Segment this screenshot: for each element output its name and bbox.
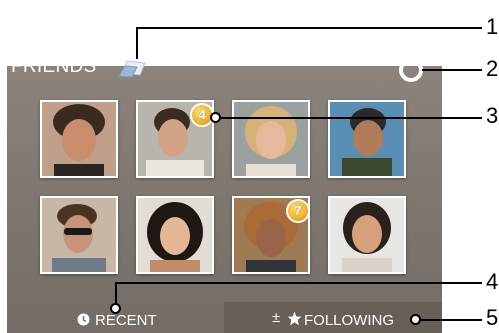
callout-number-2: 2 — [486, 56, 499, 81]
recent-label: RECENT — [95, 312, 157, 329]
callout-line-1 — [137, 27, 482, 29]
callout-number-4: 4 — [486, 269, 499, 294]
callout-line-5 — [416, 319, 482, 321]
plus-minus-icon: ± — [272, 309, 281, 326]
star-icon — [287, 311, 302, 326]
callout-vline-1 — [136, 27, 138, 59]
friend-photo-4[interactable] — [328, 100, 406, 178]
panel-title: FRIENDS — [11, 56, 97, 77]
callout-dot-5 — [410, 314, 421, 325]
callout-dot-3 — [210, 112, 221, 123]
chat-icon[interactable] — [117, 57, 147, 79]
friend-photo-5[interactable] — [40, 196, 118, 274]
friend-photo-3[interactable] — [232, 100, 310, 178]
callout-line-4 — [116, 282, 482, 284]
callout-line-3 — [216, 117, 482, 119]
callout-dot-4 — [110, 303, 121, 314]
notification-badge-7: 7 — [286, 199, 310, 223]
friend-photo-8[interactable] — [328, 196, 406, 274]
callout-number-3: 3 — [486, 103, 499, 128]
callout-number-1: 1 — [486, 14, 499, 39]
callout-line-2 — [422, 69, 482, 71]
callout-number-5: 5 — [486, 305, 499, 330]
bottom-bar: RECENT ± FOLLOWING — [7, 302, 442, 333]
friend-photo-6[interactable] — [136, 196, 214, 274]
friend-photo-1[interactable] — [40, 100, 118, 178]
clock-icon — [77, 313, 90, 326]
following-label: FOLLOWING — [304, 312, 395, 329]
